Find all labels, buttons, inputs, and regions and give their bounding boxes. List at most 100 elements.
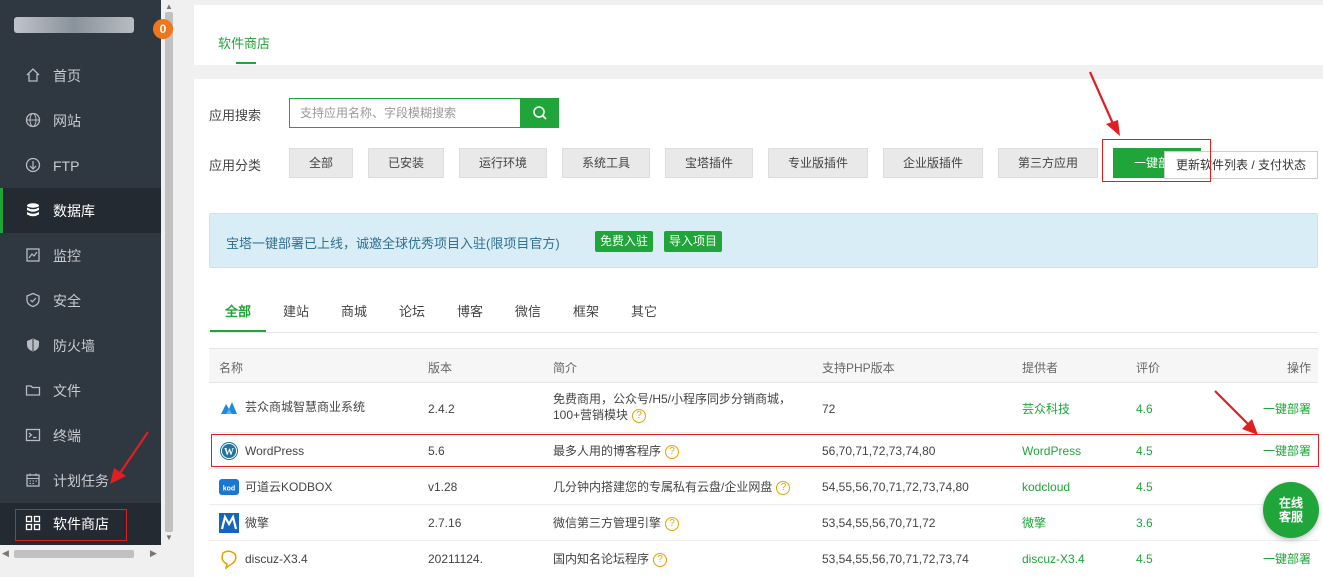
subtab-forum[interactable]: 论坛 <box>399 301 425 320</box>
chat-line1: 在线 <box>1278 496 1303 510</box>
sidebar-item-home[interactable]: 首页 <box>0 53 161 98</box>
app-version: 20211124. <box>428 552 483 566</box>
terminal-icon <box>25 427 43 445</box>
app-desc: 几分钟内搭建您的专属私有云盘/企业网盘? <box>553 479 791 495</box>
category-all-button[interactable]: 全部 <box>289 148 353 178</box>
scroll-down-icon[interactable]: ▼ <box>165 533 173 542</box>
category-enterprise-plugins-button[interactable]: 企业版插件 <box>883 148 983 178</box>
sidebar-item-firewall[interactable]: 防火墙 <box>0 323 161 368</box>
globe-icon <box>25 112 43 130</box>
col-desc: 简介 <box>553 361 578 375</box>
help-icon[interactable]: ? <box>665 444 680 459</box>
subtab-shop[interactable]: 商城 <box>341 301 367 320</box>
monitor-icon <box>25 247 43 265</box>
app-provider-link[interactable]: 芸众科技 <box>1022 401 1070 417</box>
app-php: 53,54,55,56,70,71,72,73,74 <box>822 552 969 566</box>
search-button[interactable] <box>520 98 559 128</box>
sidebar-item-files[interactable]: 文件 <box>0 368 161 413</box>
database-icon <box>25 202 43 220</box>
folder-icon <box>25 382 43 400</box>
svg-text:kod: kod <box>223 486 235 493</box>
scroll-right-icon[interactable]: ▶ <box>150 548 157 559</box>
app-version: v1.28 <box>428 480 458 494</box>
col-version: 版本 <box>428 361 453 375</box>
col-provider: 提供者 <box>1022 361 1059 375</box>
app-php: 72 <box>822 402 836 416</box>
scroll-left-icon[interactable]: ◀ <box>2 548 9 559</box>
help-icon[interactable]: ? <box>653 552 668 567</box>
subtab-other[interactable]: 其它 <box>631 301 657 320</box>
app-desc: 最多人用的博客程序? <box>553 443 680 459</box>
subtab-wechat[interactable]: 微信 <box>515 301 541 320</box>
deploy-button[interactable]: 一键部署 <box>1263 401 1311 417</box>
subtab-site[interactable]: 建站 <box>283 301 309 320</box>
sidebar-item-ftp[interactable]: FTP <box>0 143 161 188</box>
discuz-icon <box>221 550 237 569</box>
app-provider-link[interactable]: 微擎 <box>1022 515 1046 531</box>
annotation-arrow-icon <box>1088 71 1120 136</box>
app-provider-link[interactable]: WordPress <box>1022 443 1081 459</box>
scrollbar-thumb[interactable] <box>14 550 134 558</box>
free-join-button[interactable]: 免费入驻 <box>595 231 654 252</box>
online-support-button[interactable]: 在线 客服 <box>1263 482 1319 538</box>
home-icon <box>25 67 43 85</box>
app-name: 微擎 <box>245 516 270 530</box>
category-third-party-button[interactable]: 第三方应用 <box>998 148 1098 178</box>
search-icon <box>532 106 547 120</box>
subtab-framework[interactable]: 框架 <box>573 301 599 320</box>
category-label: 应用分类 <box>209 158 262 173</box>
deploy-button[interactable]: 一键部署 <box>1263 551 1311 567</box>
category-bt-plugins-button[interactable]: 宝塔插件 <box>665 148 753 178</box>
app-version: 2.7.16 <box>428 516 462 530</box>
app-name: discuz-X3.4 <box>245 552 308 566</box>
help-icon[interactable]: ? <box>665 516 680 531</box>
help-icon[interactable]: ? <box>776 480 791 495</box>
sidebar-item-monitor[interactable]: 监控 <box>0 233 161 278</box>
app-provider-link[interactable]: discuz-X3.4 <box>1022 551 1085 567</box>
svg-text:W: W <box>224 447 234 458</box>
subtab-blog[interactable]: 博客 <box>457 301 483 320</box>
help-icon[interactable]: ? <box>632 408 647 423</box>
scrollbar-thumb[interactable] <box>165 12 173 532</box>
logo <box>0 0 161 52</box>
horizontal-scrollbar[interactable]: ◀ ▶ <box>0 545 161 563</box>
kod-icon: kod <box>219 479 239 495</box>
search-label: 应用搜索 <box>209 108 262 123</box>
app-provider-link[interactable]: kodcloud <box>1022 479 1070 495</box>
sidebar-item-label: 网站 <box>53 112 81 129</box>
sidebar-item-label: 首页 <box>53 67 81 84</box>
notice-text: 宝塔一键部署已上线，诚邀全球优秀项目入驻(限项目官方) <box>226 236 560 251</box>
sidebar-scrollbar[interactable]: ▲ ▼ <box>161 0 177 545</box>
app-desc: 国内知名论坛程序? <box>553 551 668 567</box>
update-tooltip[interactable]: 更新软件列表 / 支付状态 <box>1164 151 1318 179</box>
sidebar-item-label: 文件 <box>53 382 81 399</box>
main-panel: 应用搜索 支持应用名称、字段模糊搜索 应用分类 全部 已安装 运行环境 系统工具… <box>194 79 1323 577</box>
subtab-all[interactable]: 全部 <box>225 301 251 320</box>
sidebar-item-database[interactable]: 数据库 <box>0 188 161 233</box>
weiqing-icon <box>219 513 239 533</box>
tab-software-store[interactable]: 软件商店 <box>218 33 270 52</box>
table-row: discuz-X3.4 20211124. 国内知名论坛程序? 53,54,55… <box>209 541 1318 577</box>
deploy-button[interactable]: 一键部署 <box>1263 443 1311 459</box>
category-installed-button[interactable]: 已安装 <box>368 148 444 178</box>
sidebar-item-software-store[interactable]: 软件商店 <box>0 503 161 545</box>
category-system-tools-button[interactable]: 系统工具 <box>562 148 650 178</box>
scroll-up-icon[interactable]: ▲ <box>165 2 173 11</box>
import-project-button[interactable]: 导入项目 <box>664 231 723 252</box>
category-pro-plugins-button[interactable]: 专业版插件 <box>768 148 868 178</box>
table-header: 名称 版本 简介 支持PHP版本 提供者 评价 操作 <box>209 348 1318 383</box>
divider <box>209 332 1318 333</box>
table-row: kod 可道云KODBOX v1.28 几分钟内搭建您的专属私有云盘/企业网盘?… <box>209 469 1318 505</box>
notification-badge[interactable]: 0 <box>153 19 173 39</box>
firewall-icon <box>25 337 43 355</box>
col-rating: 评价 <box>1136 361 1161 375</box>
category-runtime-button[interactable]: 运行环境 <box>459 148 547 178</box>
search-input[interactable]: 支持应用名称、字段模糊搜索 <box>289 98 521 128</box>
sidebar-item-security[interactable]: 安全 <box>0 278 161 323</box>
col-action: 操作 <box>1286 361 1311 375</box>
sidebar-item-label: FTP <box>53 157 80 174</box>
sidebar-item-label: 安全 <box>53 292 81 309</box>
app-version: 2.4.2 <box>428 402 455 416</box>
app-name: 可道云KODBOX <box>245 480 333 494</box>
sidebar-item-website[interactable]: 网站 <box>0 98 161 143</box>
